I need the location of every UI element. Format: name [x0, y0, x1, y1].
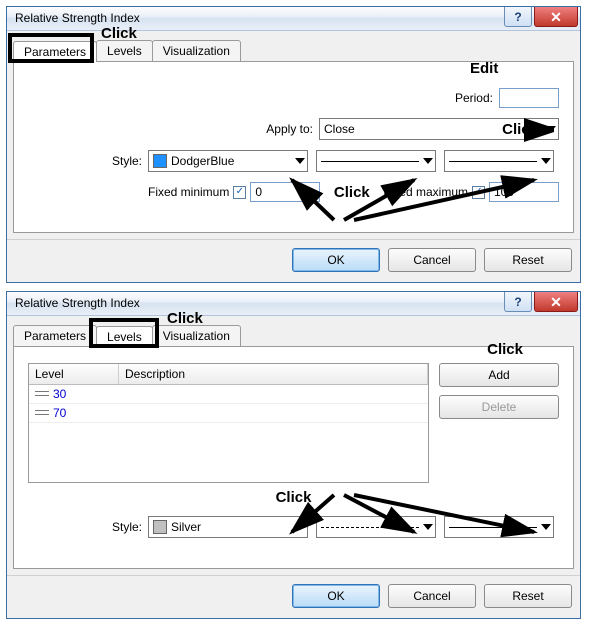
fixed-min-input[interactable]	[250, 182, 320, 202]
level-line-icon	[35, 389, 49, 399]
period-label: Period:	[455, 91, 499, 105]
list-item[interactable]: 30	[29, 385, 428, 404]
dialog-title: Relative Strength Index	[15, 11, 140, 25]
level-value: 30	[53, 387, 66, 401]
style-line-dropdown[interactable]	[316, 516, 436, 538]
delete-button[interactable]: Delete	[439, 395, 559, 419]
help-icon: ?	[514, 10, 521, 24]
list-item[interactable]: 70	[29, 404, 428, 423]
rsi-dialog-levels: Relative Strength Index ? ✕ Click Parame…	[6, 291, 581, 619]
level-line-icon	[35, 408, 49, 418]
line-sample-icon	[449, 527, 537, 528]
col-header-description[interactable]: Description	[119, 364, 428, 384]
applyto-label: Apply to:	[266, 122, 319, 136]
titlebar-buttons: ? ✕	[502, 7, 578, 27]
titlebar-buttons: ? ✕	[502, 292, 578, 312]
rsi-dialog-parameters: Relative Strength Index ? ✕ Click Parame…	[6, 6, 581, 283]
line-sample-icon	[321, 527, 419, 528]
style-color-dropdown[interactable]: DodgerBlue	[148, 150, 308, 172]
tab-parameters[interactable]: Parameters	[13, 325, 97, 346]
ok-button[interactable]: OK	[292, 248, 380, 272]
tab-visualization[interactable]: Visualization	[152, 40, 241, 61]
fixed-max-checkbox[interactable]	[472, 186, 485, 199]
titlebar: Relative Strength Index ? ✕	[7, 292, 580, 316]
close-button[interactable]: ✕	[534, 292, 578, 312]
annotation-click-applyto: Click	[502, 121, 538, 138]
levels-list[interactable]: Level Description 30 70	[28, 363, 429, 483]
line-sample-icon	[449, 161, 537, 162]
style-width-dropdown[interactable]	[444, 150, 554, 172]
fixed-max-label: Fixed maximum	[383, 185, 468, 199]
reset-button[interactable]: Reset	[484, 248, 572, 272]
style-label: Style:	[28, 154, 148, 168]
fixed-max-input[interactable]	[489, 182, 559, 202]
tab-levels[interactable]: Levels	[96, 40, 153, 61]
levels-panel: Click Level Description 30 70	[13, 346, 574, 569]
tab-levels[interactable]: Levels	[96, 326, 153, 347]
titlebar: Relative Strength Index ? ✕	[7, 7, 580, 31]
cancel-button[interactable]: Cancel	[388, 248, 476, 272]
chevron-down-icon	[295, 158, 305, 164]
fixed-min-label: Fixed minimum	[148, 185, 229, 199]
parameters-panel: Edit Period: Apply to: Close Click Style…	[13, 61, 574, 233]
chevron-down-icon	[423, 158, 433, 164]
color-swatch	[153, 520, 167, 534]
style-color-name: Silver	[171, 520, 201, 534]
style-color-name: DodgerBlue	[171, 154, 234, 168]
help-button[interactable]: ?	[504, 7, 532, 27]
chevron-down-icon	[423, 524, 433, 530]
line-sample-icon	[321, 161, 419, 162]
levels-list-header: Level Description	[29, 364, 428, 385]
style-label: Style:	[28, 520, 148, 534]
help-icon: ?	[514, 295, 521, 309]
tabstrip: Parameters Levels Visualization	[13, 322, 574, 346]
client-area: Click Parameters Levels Visualization Cl…	[7, 316, 580, 575]
period-input[interactable]	[499, 88, 559, 108]
chevron-down-icon	[541, 158, 551, 164]
style-width-dropdown[interactable]	[444, 516, 554, 538]
annotation-edit: Edit	[470, 60, 498, 77]
chevron-down-icon	[541, 524, 551, 530]
tabstrip: Parameters Levels Visualization	[13, 37, 574, 61]
add-button[interactable]: Add	[439, 363, 559, 387]
button-bar: OK Cancel Reset	[7, 575, 580, 618]
col-header-level[interactable]: Level	[29, 364, 119, 384]
chevron-down-icon	[546, 126, 556, 132]
style-color-dropdown[interactable]: Silver	[148, 516, 308, 538]
applyto-dropdown[interactable]: Close Click	[319, 118, 559, 140]
button-bar: OK Cancel Reset	[7, 239, 580, 282]
tab-parameters[interactable]: Parameters	[13, 41, 97, 62]
client-area: Click Parameters Levels Visualization Ed…	[7, 31, 580, 239]
annotation-click-style: Click	[276, 489, 312, 506]
style-line-dropdown[interactable]	[316, 150, 436, 172]
color-swatch	[153, 154, 167, 168]
close-button[interactable]: ✕	[534, 7, 578, 27]
chevron-down-icon	[295, 524, 305, 530]
tab-visualization[interactable]: Visualization	[152, 325, 241, 346]
dialog-title: Relative Strength Index	[15, 296, 140, 310]
close-icon: ✕	[550, 295, 562, 309]
fixed-min-checkbox[interactable]	[233, 186, 246, 199]
applyto-value: Close	[324, 122, 355, 136]
level-value: 70	[53, 406, 66, 420]
annotation-click-style: Click	[334, 184, 370, 201]
close-icon: ✕	[550, 10, 562, 24]
help-button[interactable]: ?	[504, 292, 532, 312]
